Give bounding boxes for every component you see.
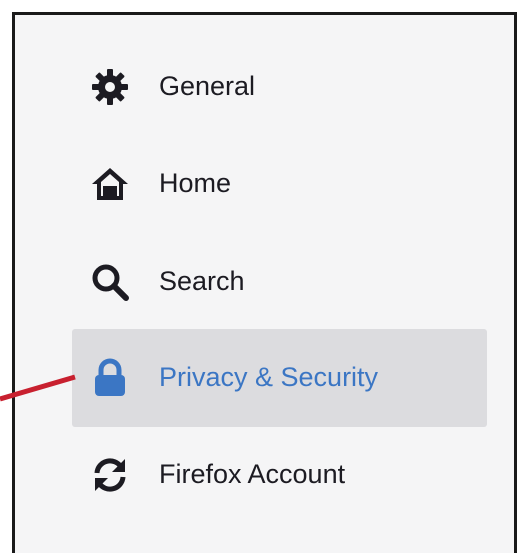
sidebar-item-firefox-account[interactable]: Firefox Account	[72, 426, 487, 524]
sidebar-item-label: Search	[159, 265, 245, 296]
screenshot-stage: General Home Search Privacy & Security F…	[0, 0, 530, 553]
sidebar-item-privacy-security[interactable]: Privacy & Security	[72, 329, 487, 427]
sidebar-item-label: Privacy & Security	[159, 361, 379, 392]
search-icon	[92, 264, 129, 301]
gear-icon	[92, 69, 128, 105]
home-icon	[92, 168, 128, 200]
sidebar-item-label: Home	[159, 167, 232, 198]
sidebar-item-search[interactable]: Search	[72, 233, 487, 331]
sidebar-item-label: General	[159, 70, 256, 101]
sidebar-item-general[interactable]: General	[72, 38, 487, 136]
sidebar-item-label: Firefox Account	[159, 458, 346, 489]
sync-icon	[94, 458, 126, 492]
sidebar-item-home[interactable]: Home	[72, 135, 487, 233]
preferences-sidebar: General Home Search Privacy & Security F…	[12, 12, 517, 553]
lock-icon	[95, 358, 125, 396]
